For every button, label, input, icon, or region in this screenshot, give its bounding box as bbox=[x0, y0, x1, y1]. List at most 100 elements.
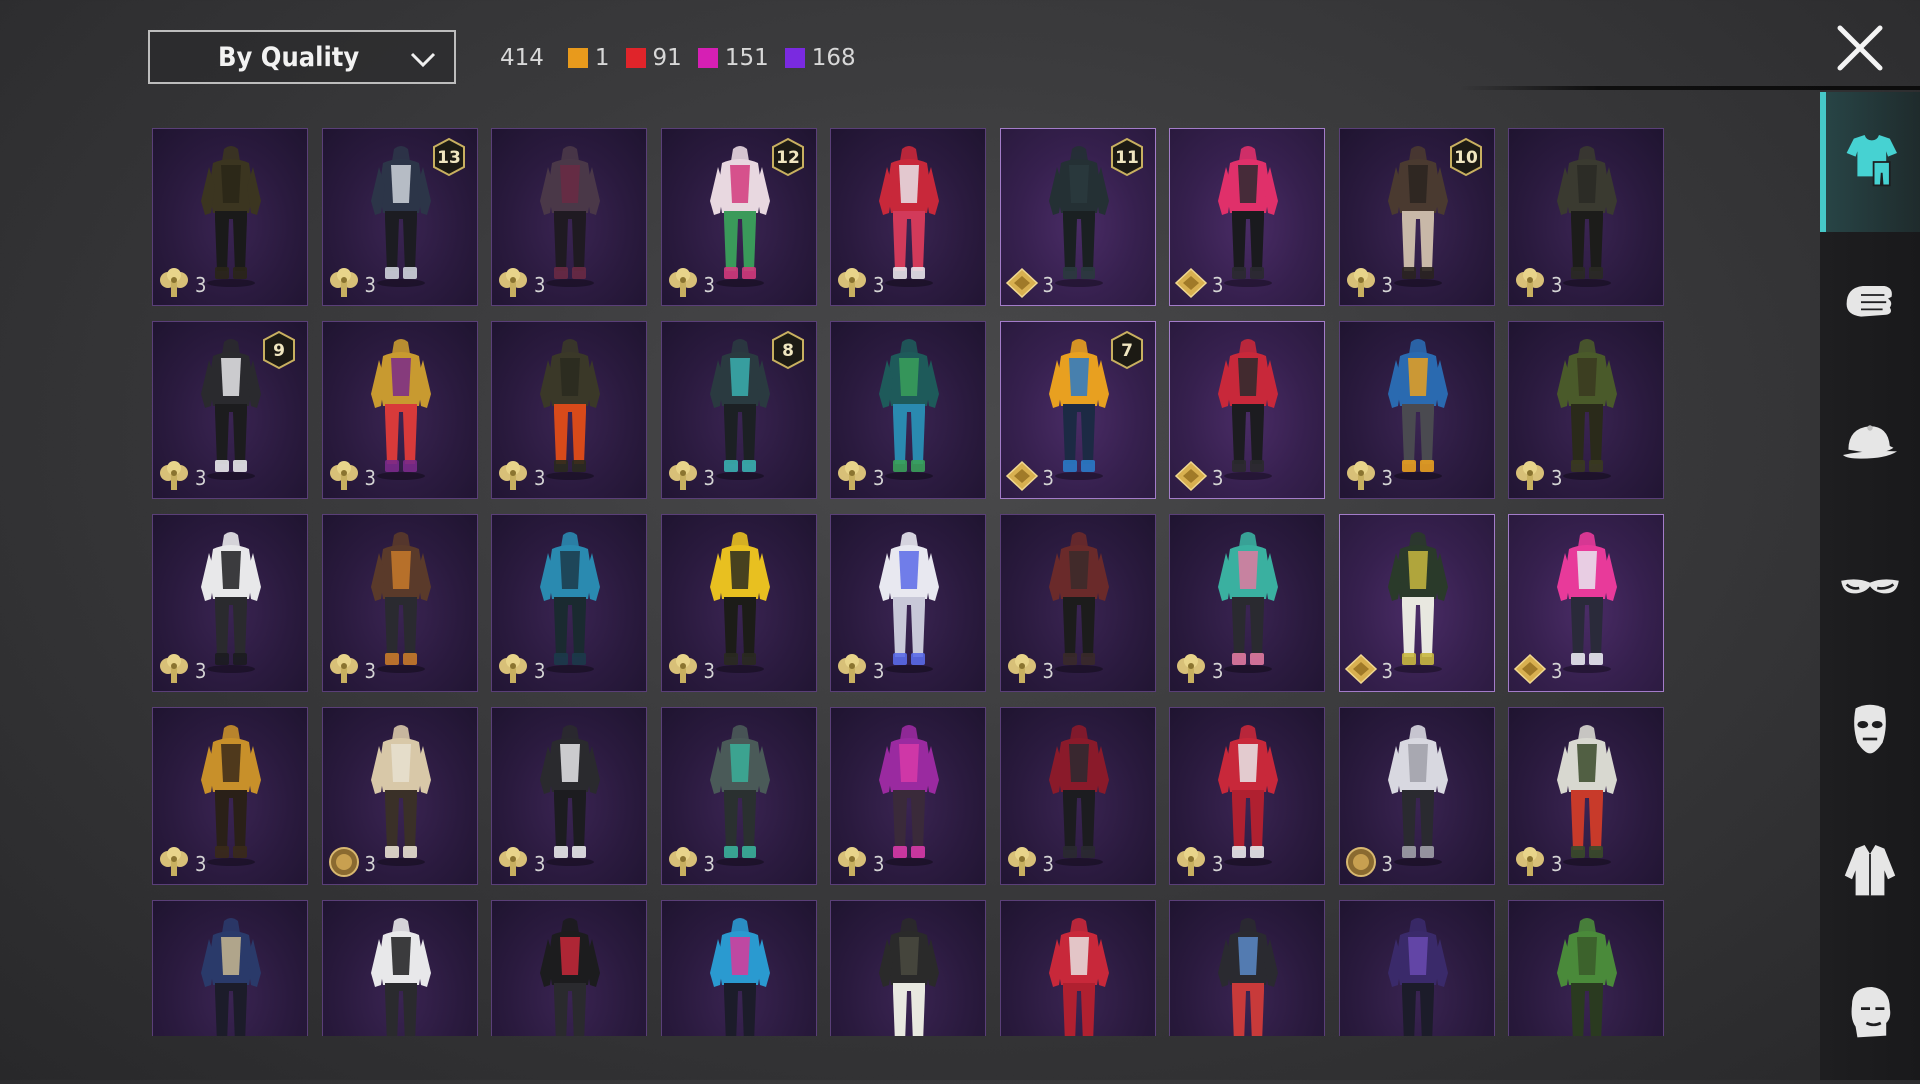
level-badge-icon: 12 bbox=[771, 137, 804, 177]
outfit-grid: 3 13 3 3 12 3 3 11 3 3 10 3 3 9 3 3 3 8 … bbox=[152, 128, 1670, 1036]
quality-swatch bbox=[697, 48, 718, 68]
outfit-preview-icon bbox=[879, 725, 939, 866]
outfit-card[interactable]: 3 bbox=[660, 707, 817, 885]
outfit-card[interactable]: 3 bbox=[1508, 514, 1664, 692]
outfit-card[interactable]: 7 3 bbox=[999, 321, 1156, 499]
item-count: 3 bbox=[873, 273, 885, 297]
outfit-preview-icon bbox=[709, 918, 770, 1036]
item-count: 3 bbox=[1381, 659, 1393, 683]
outfit-card[interactable]: 3 bbox=[491, 321, 647, 499]
clover-emblem-icon bbox=[160, 847, 188, 876]
outfit-card[interactable] bbox=[491, 900, 647, 1036]
outfit-card[interactable]: 3 bbox=[999, 707, 1156, 885]
level-number: 7 bbox=[1121, 341, 1133, 361]
outfit-card[interactable]: 3 bbox=[491, 707, 647, 885]
category-tab-head[interactable] bbox=[1820, 944, 1920, 1084]
outfit-card[interactable]: 12 3 bbox=[660, 128, 817, 306]
outfit-preview-icon bbox=[879, 146, 939, 287]
outfit-card[interactable]: 3 bbox=[321, 707, 478, 885]
outfit-card[interactable]: 3 bbox=[152, 514, 308, 692]
outfit-card[interactable]: 3 bbox=[1338, 707, 1495, 885]
category-tab-jacket[interactable] bbox=[1820, 802, 1920, 942]
outfit-card[interactable]: 3 bbox=[830, 321, 986, 499]
outfit-card[interactable]: 3 bbox=[152, 707, 308, 885]
item-count: 3 bbox=[195, 273, 207, 297]
outfit-card[interactable] bbox=[999, 900, 1156, 1036]
level-number: 11 bbox=[1115, 148, 1139, 168]
outfit-card[interactable]: 3 bbox=[660, 514, 817, 692]
item-count: 3 bbox=[1212, 273, 1224, 297]
outfit-preview-icon bbox=[1557, 339, 1617, 480]
category-tab-outfit[interactable] bbox=[1820, 92, 1920, 232]
outfit-card[interactable] bbox=[321, 900, 478, 1036]
outfit-card[interactable]: 3 bbox=[830, 128, 986, 306]
outfit-card[interactable]: 10 3 bbox=[1338, 128, 1495, 306]
close-icon[interactable] bbox=[1834, 22, 1886, 74]
outfit-preview-icon bbox=[1218, 532, 1278, 673]
item-count: 3 bbox=[1551, 852, 1563, 876]
clover-emblem-icon bbox=[838, 654, 866, 683]
outfit-preview-icon bbox=[370, 725, 431, 866]
clover-emblem-icon bbox=[499, 847, 527, 876]
outfit-preview-icon bbox=[879, 532, 939, 673]
outfit-preview-icon bbox=[1218, 725, 1278, 866]
item-count: 3 bbox=[534, 659, 546, 683]
outfit-card[interactable] bbox=[1338, 900, 1495, 1036]
outfit-card[interactable]: 9 3 bbox=[152, 321, 308, 499]
clover-emblem-icon bbox=[1177, 847, 1205, 876]
outfit-card[interactable]: 3 bbox=[1169, 514, 1325, 692]
clover-emblem-icon bbox=[329, 461, 358, 490]
outfit-preview-icon bbox=[1048, 146, 1109, 287]
clover-emblem-icon bbox=[838, 847, 866, 876]
outfit-preview-icon bbox=[879, 339, 939, 480]
outfit-card[interactable]: 3 bbox=[152, 128, 308, 306]
outfit-card[interactable] bbox=[152, 900, 308, 1036]
outfit-card[interactable] bbox=[830, 900, 986, 1036]
item-count: 3 bbox=[1042, 852, 1054, 876]
outfit-card[interactable]: 3 bbox=[999, 514, 1156, 692]
outfit-card[interactable] bbox=[660, 900, 817, 1036]
clover-emblem-icon bbox=[838, 268, 866, 297]
outfit-card[interactable]: 3 bbox=[1169, 707, 1325, 885]
outfit-preview-icon bbox=[879, 918, 939, 1036]
outfit-card[interactable]: 3 bbox=[830, 707, 986, 885]
sort-dropdown[interactable]: By Quality bbox=[148, 30, 456, 84]
outfit-preview-icon bbox=[540, 532, 600, 673]
category-tab-goggles[interactable] bbox=[1820, 518, 1920, 658]
outfit-preview-icon bbox=[1218, 918, 1278, 1036]
outfit-card[interactable]: 3 bbox=[491, 514, 647, 692]
total-count: 414 bbox=[500, 45, 544, 71]
outfit-card[interactable]: 3 bbox=[321, 321, 478, 499]
category-tab-glove[interactable] bbox=[1820, 234, 1920, 374]
top-toolbar: By Quality 414 1 91 151 168 bbox=[0, 0, 1920, 120]
outfit-card[interactable]: 3 bbox=[1508, 128, 1664, 306]
quality-swatch bbox=[625, 48, 646, 68]
outfit-card[interactable]: 3 bbox=[1508, 707, 1664, 885]
outfit-card[interactable]: 3 bbox=[321, 514, 478, 692]
outfit-card[interactable]: 3 bbox=[491, 128, 647, 306]
level-badge-icon: 11 bbox=[1110, 137, 1143, 177]
clover-emblem-icon bbox=[160, 654, 188, 683]
outfit-card[interactable]: 3 bbox=[1338, 514, 1495, 692]
diamond-emblem-icon bbox=[1005, 460, 1038, 492]
outfit-card[interactable]: 3 bbox=[1508, 321, 1664, 499]
outfit-card[interactable]: 3 bbox=[1169, 321, 1325, 499]
outfit-card[interactable] bbox=[1169, 900, 1325, 1036]
quality-count-value: 91 bbox=[652, 45, 682, 71]
outfit-card[interactable]: 8 3 bbox=[660, 321, 817, 499]
item-count: 3 bbox=[1381, 273, 1393, 297]
outfit-card[interactable]: 11 3 bbox=[999, 128, 1156, 306]
outfit-card[interactable]: 13 3 bbox=[321, 128, 478, 306]
outfit-card[interactable]: 3 bbox=[1338, 321, 1495, 499]
category-tab-cap[interactable] bbox=[1820, 376, 1920, 516]
clover-emblem-icon bbox=[1346, 461, 1375, 490]
item-count: 3 bbox=[364, 273, 376, 297]
outfit-preview-icon bbox=[1387, 918, 1448, 1036]
outfit-card[interactable]: 3 bbox=[830, 514, 986, 692]
outfit-card[interactable]: 3 bbox=[1169, 128, 1325, 306]
outfit-preview-icon bbox=[1048, 532, 1109, 673]
clover-emblem-icon bbox=[1516, 268, 1544, 297]
category-tab-mask[interactable] bbox=[1820, 660, 1920, 800]
outfit-card[interactable] bbox=[1508, 900, 1664, 1036]
clover-emblem-icon bbox=[160, 461, 188, 490]
